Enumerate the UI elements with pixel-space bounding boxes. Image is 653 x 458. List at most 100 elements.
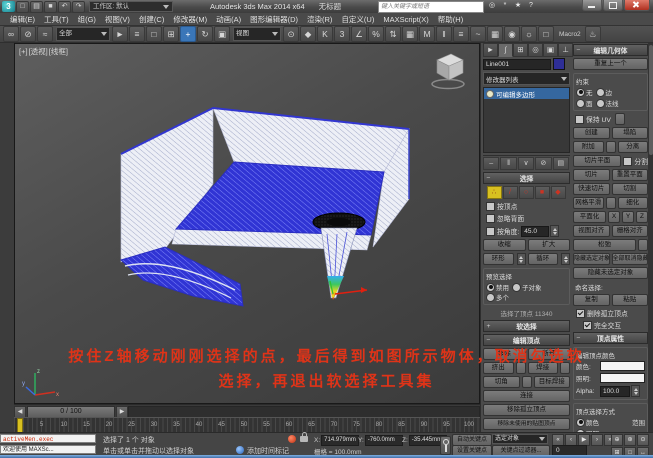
window-crossing-icon[interactable]: ⊞ <box>163 26 179 42</box>
redo-icon[interactable]: ↷ <box>72 1 85 13</box>
undo-icon[interactable]: ↶ <box>58 1 71 13</box>
vertex-illumination-swatch[interactable] <box>600 373 645 383</box>
menu-create[interactable]: 创建(C) <box>139 14 164 25</box>
use-pivot-center-icon[interactable]: ⊙ <box>283 26 299 42</box>
planar-x-button[interactable]: X <box>608 211 620 223</box>
tab-utilities[interactable]: ⊥ <box>558 43 573 57</box>
workspace-dropdown[interactable]: 工作区: 默认 <box>89 1 173 12</box>
angle-field[interactable]: 45.0 <box>521 226 549 237</box>
chamfer-settings-icon[interactable] <box>522 376 532 388</box>
create-button[interactable]: 创建 <box>573 127 610 139</box>
next-frame-arrow[interactable]: ▶ <box>116 406 128 418</box>
tessellate-button[interactable]: 细化 <box>618 197 649 209</box>
extrude-settings-icon[interactable] <box>516 362 526 374</box>
show-end-result-icon[interactable]: ‖ <box>500 157 516 170</box>
zoom-extents-icon[interactable]: ⊙ <box>637 434 649 446</box>
select-object-icon[interactable]: ► <box>112 26 128 42</box>
viewport-menu-pov[interactable]: [透视] <box>29 47 48 56</box>
zoom-all-icon[interactable]: ⊛ <box>624 434 636 446</box>
split-checkbox[interactable]: 分割 <box>623 155 648 167</box>
snap-toggle-icon[interactable]: 3 <box>334 26 350 42</box>
weld-button[interactable]: 焊接 <box>528 362 559 374</box>
msmooth-settings-icon[interactable] <box>606 197 616 209</box>
select-and-rotate-icon[interactable]: ↻ <box>197 26 213 42</box>
shrink-button[interactable]: 收缩 <box>483 239 526 251</box>
remove-unused-map-verts-button[interactable]: 移除未使用的贴图顶点 <box>483 418 570 430</box>
next-key-button[interactable]: › <box>591 434 603 446</box>
slice-button[interactable]: 切片 <box>573 169 610 181</box>
target-weld-button[interactable]: 目标焊接 <box>534 376 571 388</box>
quickslice-button[interactable]: 快速切片 <box>573 183 610 195</box>
modifier-stack[interactable]: 可编辑多边形 <box>483 87 570 153</box>
object-name-field[interactable] <box>483 59 551 70</box>
msmooth-button[interactable]: 网格平滑 <box>573 197 604 209</box>
select-by-name-icon[interactable]: ≡ <box>129 26 145 42</box>
material-editor-icon[interactable]: ◉ <box>504 26 520 42</box>
search-icon[interactable]: ◎ <box>486 1 498 11</box>
delete-isolated-vertices-checkbox[interactable]: 删除孤立顶点 <box>576 308 648 318</box>
full-interactivity-checkbox[interactable]: 完全交互 <box>583 320 648 330</box>
time-slider-track[interactable] <box>128 406 480 418</box>
loop-button[interactable]: 循环 <box>528 253 559 265</box>
planar-z-button[interactable]: Z <box>636 211 648 223</box>
coordinate-x[interactable]: X:714.979mm <box>314 435 359 446</box>
new-file-icon[interactable]: □ <box>16 1 29 13</box>
polygon-subobject-icon[interactable]: ■ <box>535 186 550 199</box>
set-keys-key-icon[interactable] <box>440 436 451 455</box>
mirror-icon[interactable]: M <box>419 26 435 42</box>
vertex-properties-rollout-header[interactable]: −顶点属性 <box>573 332 648 344</box>
render-setup-icon[interactable]: ☼ <box>521 26 537 42</box>
visibility-bulb-icon[interactable] <box>486 90 494 98</box>
bind-to-space-warp-icon[interactable]: ≈ <box>37 26 53 42</box>
taskbar-popup-1[interactable]: activeMen.exec <box>0 434 96 443</box>
make-unique-icon[interactable]: ∨ <box>518 157 534 170</box>
menu-maxscript[interactable]: MAXScript(X) <box>383 15 428 24</box>
open-file-icon[interactable]: ▤ <box>30 1 43 13</box>
menu-modifiers[interactable]: 修改器(M) <box>173 14 207 25</box>
ignore-backfacing-checkbox[interactable]: 忽略背面 <box>486 213 570 223</box>
weld-settings-icon[interactable] <box>560 362 570 374</box>
ring-button[interactable]: 环形 <box>483 253 514 265</box>
grid-align-button[interactable]: 栅格对齐 <box>612 225 649 237</box>
unhide-all-button[interactable]: 全部取消隐藏 <box>612 253 649 265</box>
edit-geometry-rollout-header[interactable]: −编辑几何体 <box>573 44 648 56</box>
viewport-menu-shading[interactable]: [线框] <box>49 47 68 56</box>
app-logo-icon[interactable]: 3 <box>2 1 15 12</box>
tab-hierarchy[interactable]: ⊞ <box>513 43 528 57</box>
planar-y-button[interactable]: Y <box>622 211 634 223</box>
preview-multi-radio[interactable]: 多个 <box>486 292 509 302</box>
element-subobject-icon[interactable]: ◆ <box>551 186 566 199</box>
close-button[interactable] <box>624 0 650 11</box>
previous-frame-arrow[interactable]: ◀ <box>14 406 26 418</box>
tab-motion[interactable]: ◎ <box>528 43 543 57</box>
viewcube[interactable] <box>423 46 471 92</box>
keyboard-override-icon[interactable]: K <box>317 26 333 42</box>
search-input[interactable] <box>379 3 483 11</box>
attach-settings-icon[interactable] <box>606 141 616 153</box>
perspective-viewport[interactable]: [+][透视][线框] z x y <box>14 43 480 404</box>
break-button[interactable]: 断开 <box>528 348 571 360</box>
remove-button[interactable]: 移除 <box>483 348 526 360</box>
paste-button[interactable]: 粘贴 <box>612 294 649 306</box>
menu-customize[interactable]: 自定义(U) <box>341 14 374 25</box>
preview-off-radio[interactable]: 禁用 <box>486 282 509 292</box>
selection-lock-icon[interactable] <box>300 436 308 442</box>
menu-edit[interactable]: 编辑(E) <box>10 14 35 25</box>
view-align-button[interactable]: 视图对齐 <box>573 225 610 237</box>
ring-spinner[interactable] <box>517 253 526 265</box>
tab-display[interactable]: ▣ <box>543 43 558 57</box>
menu-animation[interactable]: 动画(A) <box>216 14 241 25</box>
angle-spinner[interactable] <box>550 225 559 237</box>
make-planar-button[interactable]: 平面化 <box>573 211 606 223</box>
edit-vertices-rollout-header[interactable]: −编辑顶点 <box>483 334 570 346</box>
grow-button[interactable]: 扩大 <box>528 239 571 251</box>
loop-spinner[interactable] <box>561 253 570 265</box>
modifier-list-dropdown[interactable]: 修改器列表 <box>483 72 570 85</box>
connect-button[interactable]: 连接 <box>483 390 570 402</box>
alpha-spin[interactable] <box>631 385 640 397</box>
time-tag-icon[interactable] <box>236 446 244 454</box>
track-bar-ruler[interactable]: 5101520253035404550556065707580859095100 <box>14 417 480 432</box>
coordinate-y[interactable]: Y:-760.0mm <box>358 435 403 446</box>
taskbar-popup-2[interactable]: 欢迎使用 MAXSc... <box>0 445 96 454</box>
menu-rendering[interactable]: 渲染(R) <box>307 14 332 25</box>
